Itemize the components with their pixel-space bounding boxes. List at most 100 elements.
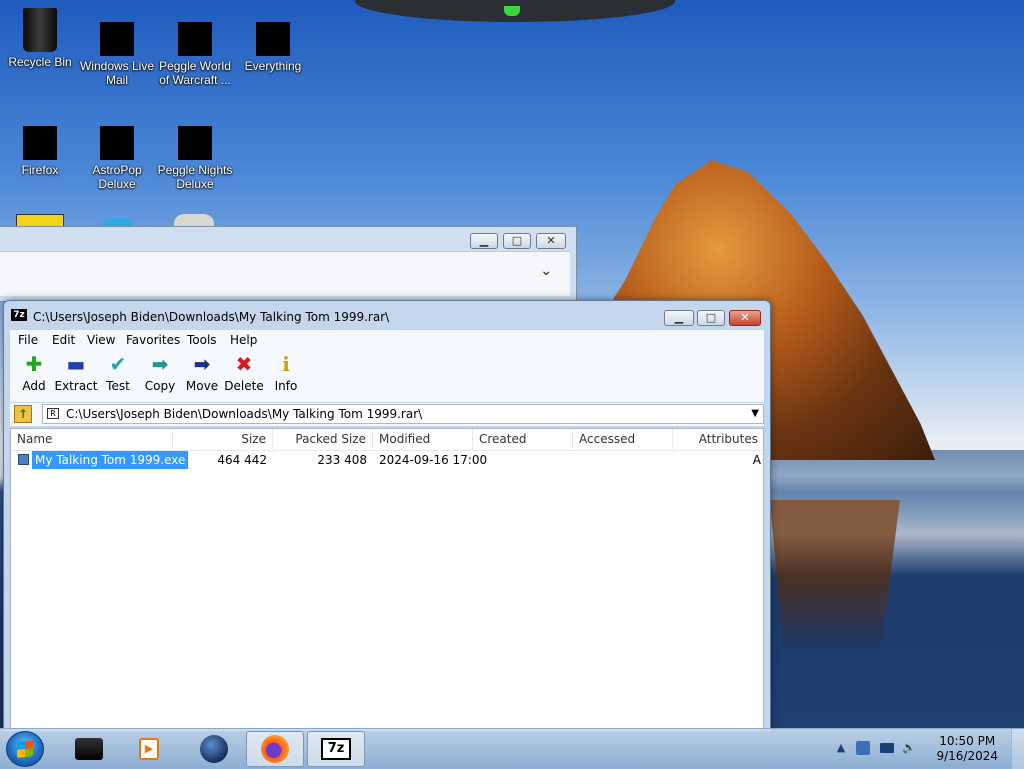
exe-file-icon (18, 454, 29, 465)
address-bar: ↑ R C:\Users\Joseph Biden\Downloads\My T… (10, 403, 764, 426)
extract-icon: ▬ (66, 352, 86, 376)
info-icon: i (282, 352, 290, 376)
add-icon: ✚ (25, 352, 43, 376)
add-button[interactable]: ✚ Add (12, 353, 56, 393)
system-tray: ▲ 🔊 10:50 PM 9/16/2024 (834, 729, 1024, 769)
desktop-icon-everything[interactable]: Everything (233, 4, 313, 73)
file-list[interactable]: Name Size Packed Size Modified Created A… (10, 428, 764, 731)
column-size[interactable]: Size (173, 429, 273, 450)
action-center-icon[interactable] (856, 741, 870, 755)
peggle-nights-icon (178, 126, 212, 160)
test-label: Test (106, 379, 130, 393)
7zip-icon: 7z (11, 309, 27, 321)
table-row[interactable]: My Talking Tom 1999.exe 464 442 233 408 … (11, 451, 763, 469)
column-attributes[interactable]: Attributes (673, 429, 763, 450)
dropdown-arrow-icon[interactable]: ▼ (751, 408, 759, 419)
desktop-icon-label: Windows Live Mail (79, 59, 155, 87)
column-accessed[interactable]: Accessed (573, 429, 673, 450)
bg-minimize-button[interactable]: ▁ (470, 233, 498, 249)
wallpaper-rock-reflection (770, 500, 900, 650)
column-created[interactable]: Created (473, 429, 573, 450)
desktop-icon-recycle-bin[interactable]: Recycle Bin (0, 4, 80, 69)
info-button[interactable]: i Info (264, 353, 308, 393)
bg-maximize-button[interactable]: □ (503, 233, 531, 249)
column-packed-size[interactable]: Packed Size (273, 429, 373, 450)
add-label: Add (22, 379, 46, 393)
file-name[interactable]: My Talking Tom 1999.exe (32, 451, 189, 469)
close-button[interactable]: ✕ (729, 310, 761, 326)
desktop-icon-windows-live-mail[interactable]: Windows Live Mail (77, 4, 157, 87)
menu-help[interactable]: Help (230, 333, 257, 347)
move-button[interactable]: ➡ Move (180, 353, 224, 393)
desktop-icon-label: AstroPop Deluxe (92, 163, 142, 191)
taskbar: ▶ 7z ▲ 🔊 10:50 PM 9/16/2024 (0, 728, 1024, 769)
delete-button[interactable]: ✖ Delete (222, 353, 266, 393)
menu-tools[interactable]: Tools (187, 333, 217, 347)
move-label: Move (185, 379, 219, 393)
notch-indicator (504, 6, 520, 16)
toolbar: ✚ Add ▬ Extract ✔ Test ➡ Copy ➡ Move ✖ D… (10, 349, 764, 402)
7zip-window[interactable]: 7z C:\Users\Joseph Biden\Downloads\My Ta… (3, 300, 771, 732)
up-folder-button[interactable]: ↑ (14, 405, 32, 423)
move-icon: ➡ (193, 352, 211, 376)
column-modified[interactable]: Modified (373, 429, 473, 450)
test-button[interactable]: ✔ Test (96, 353, 140, 393)
desktop-icon-peggle-wow[interactable]: Peggle World of Warcraft ... (155, 4, 235, 87)
copy-label: Copy (144, 379, 176, 393)
desktop-icon-firefox[interactable]: Firefox (0, 108, 80, 177)
menu-view[interactable]: View (87, 333, 115, 347)
file-packed-size: 233 408 (317, 453, 367, 467)
file-size: 464 442 (217, 453, 267, 467)
desktop-icon-label: Peggle Nights Deluxe (157, 163, 233, 191)
extract-label: Extract (54, 379, 98, 393)
menu-bar: File Edit View Favorites Tools Help (10, 330, 764, 350)
firefox-icon (261, 735, 289, 763)
folder-icon (75, 738, 103, 760)
clock-date: 9/16/2024 (936, 749, 998, 763)
chevron-down-icon[interactable]: ⌄ (540, 263, 552, 279)
extract-button[interactable]: ▬ Extract (54, 353, 98, 393)
globe-icon (200, 735, 228, 763)
tray-expand-icon[interactable]: ▲ (834, 741, 848, 755)
window-title: C:\Users\Joseph Biden\Downloads\My Talki… (33, 310, 390, 324)
media-player-taskbar-button[interactable]: ▶ (120, 731, 178, 767)
media-player-icon: ▶ (139, 738, 159, 760)
firefox-icon (23, 126, 57, 160)
globe-taskbar-button[interactable] (185, 731, 243, 767)
delete-label: Delete (224, 379, 264, 393)
7zip-taskbar-button[interactable]: 7z (307, 731, 365, 767)
minimize-button[interactable]: ▁ (664, 310, 694, 326)
astropop-icon (100, 126, 134, 160)
desktop-icon-astropop[interactable]: AstroPop Deluxe (77, 108, 157, 191)
background-window[interactable]: ▁ □ ✕ ⌄ (0, 226, 577, 302)
windows-live-mail-icon (100, 22, 134, 56)
network-icon[interactable] (880, 743, 894, 753)
maximize-button[interactable]: □ (697, 310, 725, 326)
file-attributes: A (752, 453, 761, 467)
desktop-icon-label: Firefox (21, 163, 59, 177)
windows-logo-icon (17, 740, 33, 758)
file-list-header: Name Size Packed Size Modified Created A… (11, 429, 763, 451)
copy-icon: ➡ (151, 352, 169, 376)
menu-favorites[interactable]: Favorites (126, 333, 180, 347)
menu-file[interactable]: File (18, 333, 38, 347)
column-name[interactable]: Name (11, 429, 173, 450)
menu-edit[interactable]: Edit (52, 333, 75, 347)
recycle-bin-icon (23, 8, 57, 52)
desktop-icon-partial[interactable] (102, 218, 132, 226)
speaker-icon[interactable]: 🔊 (902, 741, 916, 755)
7zip-icon: 7z (321, 738, 351, 760)
show-desktop-button[interactable] (1011, 729, 1024, 769)
clock[interactable]: 10:50 PM 9/16/2024 (936, 734, 998, 764)
copy-button[interactable]: ➡ Copy (138, 353, 182, 393)
firefox-taskbar-button[interactable] (246, 731, 304, 767)
title-bar[interactable]: 7z C:\Users\Joseph Biden\Downloads\My Ta… (4, 301, 770, 329)
desktop-icon-peggle-nights[interactable]: Peggle Nights Deluxe (155, 108, 235, 191)
desktop-icon-label: Peggle World of Warcraft ... (159, 59, 231, 87)
address-field[interactable]: R C:\Users\Joseph Biden\Downloads\My Tal… (42, 404, 764, 424)
bg-close-button[interactable]: ✕ (536, 233, 566, 249)
address-text[interactable]: C:\Users\Joseph Biden\Downloads\My Talki… (66, 407, 422, 421)
start-button[interactable] (6, 731, 44, 767)
file-manager-taskbar-button[interactable] (60, 731, 118, 767)
desktop-icon-partial[interactable] (174, 214, 214, 226)
